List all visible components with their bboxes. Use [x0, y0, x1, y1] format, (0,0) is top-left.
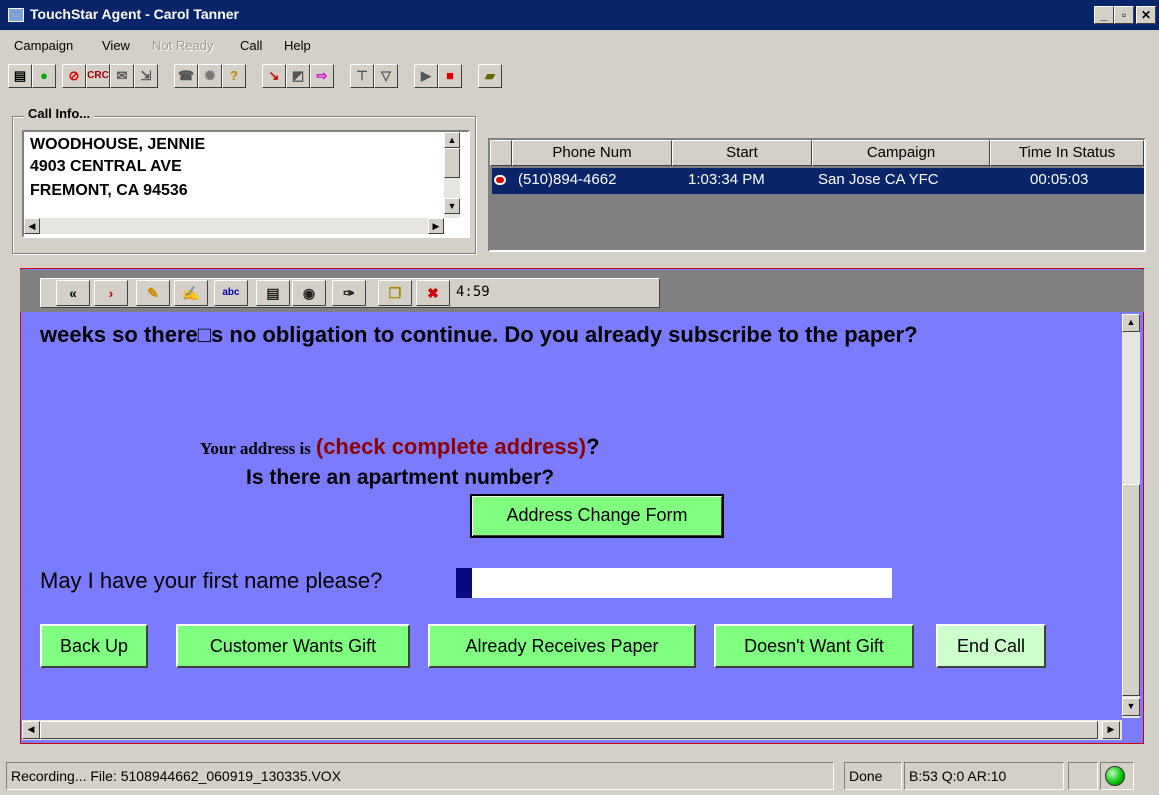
- first-name-question: May I have your first name please?: [40, 568, 383, 593]
- status-done: Done: [844, 762, 902, 790]
- maximize-button[interactable]: ▫: [1114, 6, 1134, 24]
- first-name-input[interactable]: [472, 568, 892, 598]
- row-campaign: San Jose CA YFC: [818, 171, 939, 188]
- call-info-label: Call Info...: [24, 106, 95, 121]
- script-intro-text: weeks so there□s no obligation to contin…: [40, 322, 918, 347]
- phone-status-icon: [494, 175, 506, 185]
- script-scroll-right-icon[interactable]: ▶: [1102, 721, 1120, 739]
- scroll-up-icon[interactable]: ▲: [444, 132, 460, 148]
- script-scroll-up-icon[interactable]: ▲: [1122, 314, 1140, 332]
- address-change-form-button[interactable]: Address Change Form: [470, 494, 724, 538]
- back-up-button[interactable]: Back Up: [40, 624, 148, 668]
- status-recording: Recording... File: 5108944662_060919_130…: [6, 762, 834, 790]
- pen-icon[interactable]: ✑: [332, 280, 366, 306]
- scroll-right-icon[interactable]: ▶: [428, 218, 444, 234]
- end-call-button[interactable]: End Call: [936, 624, 1046, 668]
- edit-icon[interactable]: ✍: [174, 280, 208, 306]
- row-phone: (510)894-4662: [518, 171, 617, 188]
- hold-icon[interactable]: ◩: [286, 64, 310, 88]
- status-light-box: [1100, 762, 1134, 790]
- table-row[interactable]: (510)894-4662 1:03:34 PM San Jose CA YFC…: [492, 168, 1144, 194]
- customer-city: FREMONT, CA 94536: [30, 182, 188, 199]
- cleanup-icon[interactable]: ✎: [136, 280, 170, 306]
- apartment-question: Is there an apartment number?: [246, 466, 555, 489]
- menu-bar: Campaign View Not Ready Call Help: [0, 32, 1159, 58]
- forward-call-icon[interactable]: ⇨: [310, 64, 334, 88]
- script-vscrollbar[interactable]: ▲ ▼: [1122, 314, 1140, 718]
- row-start: 1:03:34 PM: [688, 171, 765, 188]
- customer-street: 4903 CENTRAL AVE: [30, 158, 182, 175]
- notes-icon[interactable]: ▤: [8, 64, 32, 88]
- menu-call[interactable]: Call: [240, 38, 262, 53]
- eye-icon[interactable]: ◉: [292, 280, 326, 306]
- address-prefix: Your address is: [200, 439, 311, 458]
- address-vscrollbar[interactable]: ▲ ▼: [444, 132, 460, 218]
- transfer-icon[interactable]: ⇲: [134, 64, 158, 88]
- doesnt-want-gift-button[interactable]: Doesn't Want Gift: [714, 624, 914, 668]
- ready-icon[interactable]: ●: [32, 64, 56, 88]
- not-ready-icon[interactable]: ⊘: [62, 64, 86, 88]
- mail-icon[interactable]: ✉: [110, 64, 134, 88]
- spellcheck-icon[interactable]: abc: [214, 280, 248, 306]
- customer-wants-gift-button[interactable]: Customer Wants Gift: [176, 624, 410, 668]
- table-header-campaign[interactable]: Campaign: [812, 140, 990, 166]
- copy-icon[interactable]: ❐: [378, 280, 412, 306]
- status-stats: B:53 Q:0 AR:10: [904, 762, 1064, 790]
- folder-icon[interactable]: ▰: [478, 64, 502, 88]
- text-cursor: [456, 568, 472, 598]
- crc-icon[interactable]: CRC: [86, 64, 110, 88]
- menu-view[interactable]: View: [102, 38, 130, 53]
- script-timer: 4:59: [456, 284, 490, 300]
- menu-campaign[interactable]: Campaign: [14, 38, 73, 53]
- minimize-button[interactable]: _: [1094, 6, 1114, 24]
- call-info-address-box: WOODHOUSE, JENNIE 4903 CENTRAL AVE FREMO…: [22, 130, 470, 238]
- script-hscrollbar[interactable]: ◀ ▶: [22, 720, 1122, 740]
- scroll-left-icon[interactable]: ◀: [24, 218, 40, 234]
- script-scroll-thumb[interactable]: [1122, 484, 1140, 696]
- dial-icon[interactable]: ✺: [198, 64, 222, 88]
- document-icon[interactable]: ▤: [256, 280, 290, 306]
- table-header-start[interactable]: Start: [672, 140, 812, 166]
- script-forward-icon[interactable]: ›: [94, 280, 128, 306]
- filter-icon[interactable]: ▽: [374, 64, 398, 88]
- close-button[interactable]: ✕: [1136, 6, 1156, 24]
- play-icon[interactable]: ▶: [414, 64, 438, 88]
- conference-icon[interactable]: ↘: [262, 64, 286, 88]
- script-toolbar: « › ✎ ✍ abc ▤ ◉ ✑ ❐ ✖ 4:59: [20, 270, 1144, 312]
- script-hscroll-thumb[interactable]: [40, 721, 1098, 739]
- address-question: Your address is (check complete address)…: [200, 434, 600, 460]
- script-scroll-left-icon[interactable]: ◀: [22, 721, 40, 739]
- table-header-time-in-status[interactable]: Time In Status: [990, 140, 1144, 166]
- script-back-icon[interactable]: «: [56, 280, 90, 306]
- scroll-down-icon[interactable]: ▼: [444, 198, 460, 214]
- window-title: TouchStar Agent - Carol Tanner: [30, 6, 239, 22]
- title-bar: TouchStar Agent - Carol Tanner _ ▫ ✕: [0, 0, 1159, 30]
- network-icon[interactable]: ⊤: [350, 64, 374, 88]
- cancel-icon[interactable]: ✖: [416, 280, 450, 306]
- help-icon[interactable]: ?: [222, 64, 246, 88]
- address-question-mark: ?: [586, 434, 600, 459]
- table-header-phone[interactable]: Phone Num: [512, 140, 672, 166]
- scroll-thumb[interactable]: [444, 148, 460, 178]
- address-hscrollbar[interactable]: ◀ ▶: [24, 218, 444, 234]
- phone-icon[interactable]: ☎: [174, 64, 198, 88]
- stop-icon[interactable]: ■: [438, 64, 462, 88]
- app-icon: [8, 8, 24, 22]
- status-blank: [1068, 762, 1098, 790]
- customer-name: WOODHOUSE, JENNIE: [30, 136, 206, 153]
- script-scroll-down-icon[interactable]: ▼: [1122, 698, 1140, 716]
- connection-status-icon: [1105, 766, 1125, 786]
- already-receives-paper-button[interactable]: Already Receives Paper: [428, 624, 696, 668]
- table-header-blank: [490, 140, 512, 166]
- menu-not-ready[interactable]: Not Ready: [152, 38, 213, 53]
- address-check-text: (check complete address): [315, 434, 587, 459]
- calls-table: Phone Num Start Campaign Time In Status …: [488, 138, 1146, 252]
- row-time-in-status: 00:05:03: [1030, 171, 1089, 188]
- menu-help[interactable]: Help: [284, 38, 311, 53]
